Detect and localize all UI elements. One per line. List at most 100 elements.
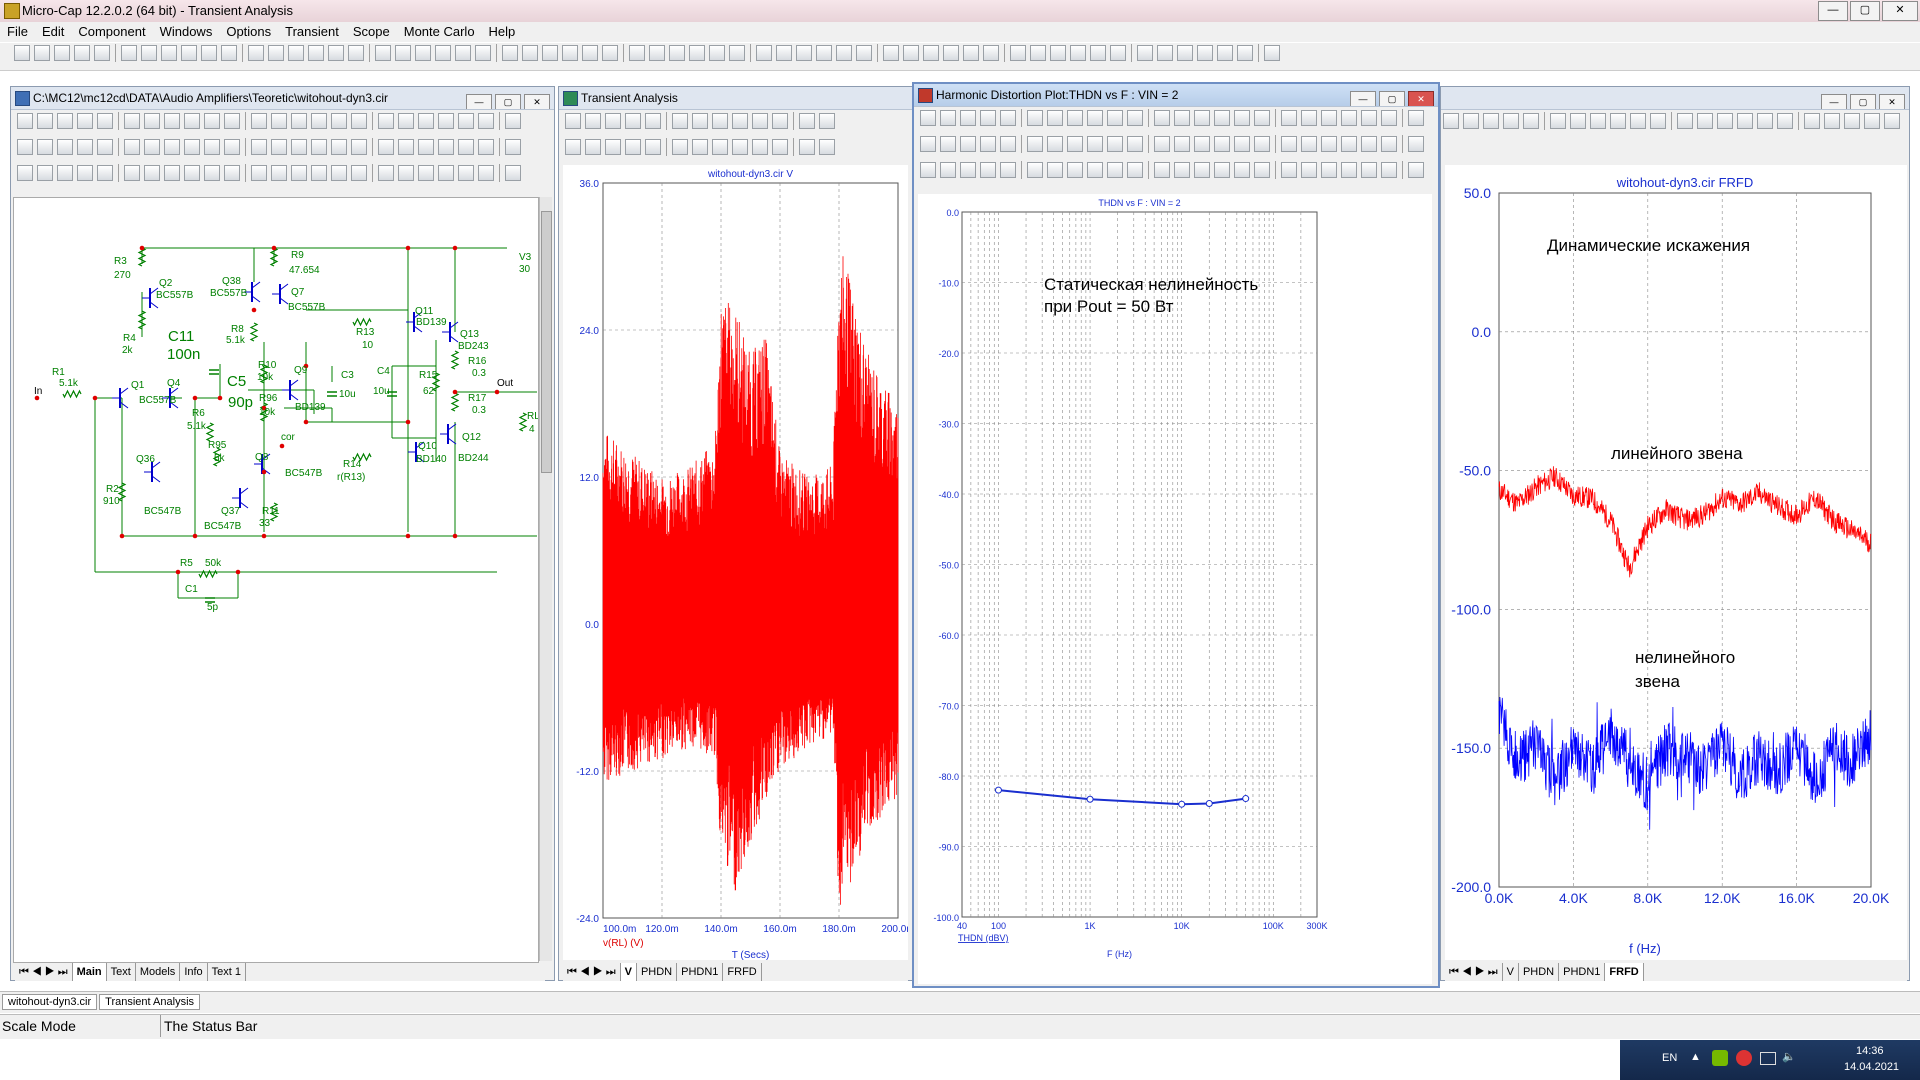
toolbar-button[interactable] xyxy=(1523,113,1539,129)
toolbar-button[interactable] xyxy=(17,139,33,155)
toolbar-button[interactable] xyxy=(1047,110,1063,126)
toolbar-button[interactable] xyxy=(1301,110,1317,126)
toolbar-button[interactable] xyxy=(288,45,304,61)
toolbar-button[interactable] xyxy=(1677,113,1693,129)
toolbar-button[interactable] xyxy=(963,45,979,61)
toolbar-button[interactable] xyxy=(1697,113,1713,129)
toolbar-button[interactable] xyxy=(505,139,521,155)
thd-minimize-button[interactable]: — xyxy=(1350,91,1376,106)
toolbar-button[interactable] xyxy=(1590,113,1606,129)
toolbar-button[interactable] xyxy=(1757,113,1773,129)
toolbar-button[interactable] xyxy=(1301,162,1317,178)
toolbar-button[interactable] xyxy=(796,45,812,61)
toolbar-button[interactable] xyxy=(1107,162,1123,178)
toolbar-button[interactable] xyxy=(124,139,140,155)
nvidia-icon[interactable] xyxy=(1712,1050,1728,1066)
toolbar-button[interactable] xyxy=(201,45,217,61)
toolbar-button[interactable] xyxy=(37,139,53,155)
toolbar-button[interactable] xyxy=(478,165,494,181)
schematic-vertical-scrollbar[interactable] xyxy=(539,197,552,961)
toolbar-button[interactable] xyxy=(351,113,367,129)
toolbar-button[interactable] xyxy=(1804,113,1820,129)
toolbar-button[interactable] xyxy=(585,139,601,155)
toolbar-button[interactable] xyxy=(1110,45,1126,61)
tab-phdn[interactable]: PHDN xyxy=(637,963,678,981)
toolbar-button[interactable] xyxy=(776,45,792,61)
toolbar-button[interactable] xyxy=(1717,113,1733,129)
toolbar-button[interactable] xyxy=(204,165,220,181)
toolbar-button[interactable] xyxy=(669,45,685,61)
toolbar-button[interactable] xyxy=(689,45,705,61)
tab-info[interactable]: Info xyxy=(180,963,208,981)
toolbar-button[interactable] xyxy=(77,165,93,181)
toolbar-button[interactable] xyxy=(752,139,768,155)
toolbar-button[interactable] xyxy=(251,139,267,155)
toolbar-button[interactable] xyxy=(712,139,728,155)
toolbar-button[interactable] xyxy=(816,45,832,61)
toolbar-button[interactable] xyxy=(856,45,872,61)
toolbar-button[interactable] xyxy=(1321,162,1337,178)
toolbar-button[interactable] xyxy=(1254,136,1270,152)
toolbar-button[interactable] xyxy=(1301,136,1317,152)
schematic-close-button[interactable]: ✕ xyxy=(524,94,550,109)
menu-monte-carlo[interactable]: Monte Carlo xyxy=(397,22,482,39)
toolbar-button[interactable] xyxy=(522,45,538,61)
toolbar-button[interactable] xyxy=(1381,110,1397,126)
toolbar-button[interactable] xyxy=(37,165,53,181)
toolbar-button[interactable] xyxy=(1650,113,1666,129)
toolbar-button[interactable] xyxy=(308,45,324,61)
toolbar-button[interactable] xyxy=(1217,45,1233,61)
toolbar-button[interactable] xyxy=(251,113,267,129)
toolbar-button[interactable] xyxy=(1844,113,1860,129)
toolbar-button[interactable] xyxy=(331,165,347,181)
toolbar-button[interactable] xyxy=(271,165,287,181)
toolbar-button[interactable] xyxy=(1090,45,1106,61)
toolbar-button[interactable] xyxy=(97,139,113,155)
toolbar-button[interactable] xyxy=(920,162,936,178)
toolbar-button[interactable] xyxy=(940,162,956,178)
toolbar-button[interactable] xyxy=(1234,162,1250,178)
toolbar-button[interactable] xyxy=(74,45,90,61)
toolbar-button[interactable] xyxy=(37,113,53,129)
toolbar-button[interactable] xyxy=(1087,110,1103,126)
toolbar-button[interactable] xyxy=(14,45,30,61)
toolbar-button[interactable] xyxy=(602,45,618,61)
toolbar-button[interactable] xyxy=(1070,45,1086,61)
toolbar-button[interactable] xyxy=(438,139,454,155)
toolbar-button[interactable] xyxy=(1281,110,1297,126)
toolbar-button[interactable] xyxy=(980,162,996,178)
toolbar-button[interactable] xyxy=(458,113,474,129)
transient-plot-area[interactable]: witohout-dyn3.cir V 36.0 24.0 12.0 0.0 -12.0 -… xyxy=(563,165,915,961)
toolbar-button[interactable] xyxy=(1341,162,1357,178)
toolbar-button[interactable] xyxy=(709,45,725,61)
toolbar-button[interactable] xyxy=(1067,110,1083,126)
toolbar-button[interactable] xyxy=(625,113,641,129)
resistor-symbol[interactable] xyxy=(137,247,147,267)
toolbar-button[interactable] xyxy=(248,45,264,61)
tab-nav-arrows[interactable]: ⏮ ◀ ▶ ⏭ xyxy=(1445,963,1503,981)
toolbar-button[interactable] xyxy=(328,45,344,61)
toolbar-button[interactable] xyxy=(923,45,939,61)
resistor-symbol[interactable] xyxy=(518,412,528,432)
menu-transient[interactable]: Transient xyxy=(278,22,346,39)
antivirus-icon[interactable] xyxy=(1736,1050,1752,1066)
resistor-symbol[interactable] xyxy=(450,392,460,412)
toolbar-button[interactable] xyxy=(1067,162,1083,178)
toolbar-button[interactable] xyxy=(144,165,160,181)
toolbar-button[interactable] xyxy=(455,45,471,61)
toolbar-button[interactable] xyxy=(57,139,73,155)
menu-component[interactable]: Component xyxy=(71,22,152,39)
toolbar-button[interactable] xyxy=(17,113,33,129)
toolbar-button[interactable] xyxy=(124,113,140,129)
toolbar-button[interactable] xyxy=(378,165,394,181)
toolbar-button[interactable] xyxy=(1341,110,1357,126)
toolbar-button[interactable] xyxy=(1884,113,1900,129)
tab-frfd[interactable]: FRFD xyxy=(1605,963,1644,981)
toolbar-button[interactable] xyxy=(1254,110,1270,126)
toolbar-button[interactable] xyxy=(77,139,93,155)
toolbar-button[interactable] xyxy=(799,139,815,155)
toolbar-button[interactable] xyxy=(311,113,327,129)
toolbar-button[interactable] xyxy=(378,113,394,129)
tab-phdn[interactable]: PHDN xyxy=(1519,963,1560,981)
toolbar-button[interactable] xyxy=(672,139,688,155)
